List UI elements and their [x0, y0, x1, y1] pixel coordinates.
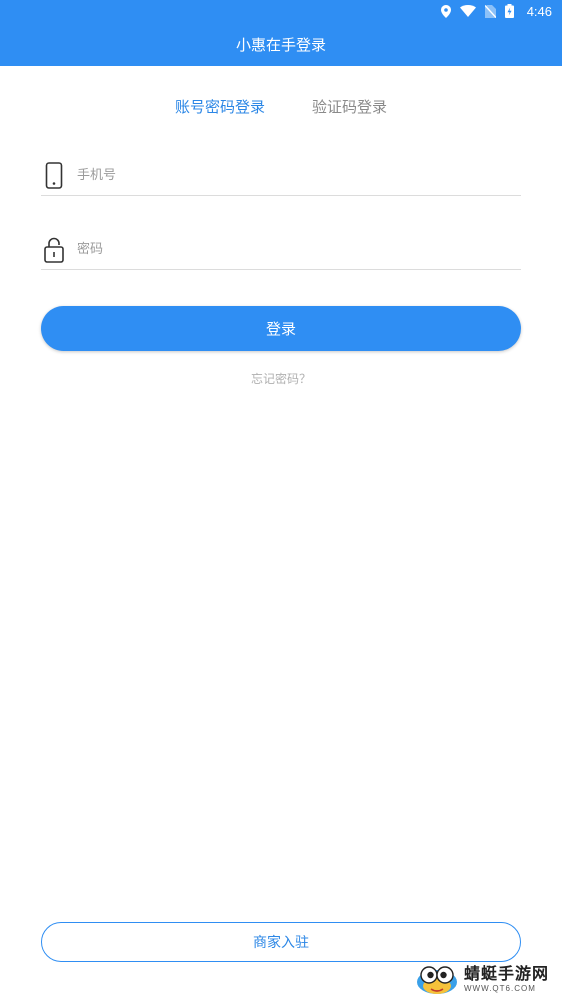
login-button-label: 登录: [265, 320, 296, 338]
password-field: [41, 230, 521, 270]
watermark-name: 蜻蜓手游网: [464, 963, 550, 983]
phone-field: [41, 156, 521, 196]
tab-code-login[interactable]: 验证码登录: [312, 95, 387, 119]
login-tabs: 账号密码登录 验证码登录: [0, 95, 562, 119]
watermark-url: WWW.QT6.COM: [464, 983, 536, 993]
merchant-join-label: 商家入驻: [253, 935, 309, 951]
no-sim-icon: [484, 4, 496, 18]
phone-icon: [43, 162, 65, 190]
password-input[interactable]: [77, 236, 507, 262]
battery-charging-icon: [504, 4, 514, 18]
wifi-icon: [459, 5, 476, 17]
phone-input[interactable]: [77, 162, 507, 188]
login-button[interactable]: 登录: [41, 306, 521, 351]
status-icons: 4:46: [440, 3, 552, 19]
app-bar: 小惠在手登录: [0, 22, 562, 66]
status-time: 4:46: [526, 3, 552, 19]
tab-password-login[interactable]: 账号密码登录: [175, 95, 265, 119]
forgot-password-link[interactable]: 忘记密码？: [0, 370, 562, 387]
dragonfly-logo-icon: [417, 966, 457, 994]
merchant-join-button[interactable]: 商家入驻: [41, 922, 521, 962]
location-icon: [440, 4, 451, 18]
lock-icon: [43, 236, 65, 264]
page-title: 小惠在手登录: [235, 35, 326, 54]
watermark: 蜻蜓手游网 WWW.QT6.COM: [414, 960, 559, 998]
status-bar: 4:46: [0, 0, 562, 22]
